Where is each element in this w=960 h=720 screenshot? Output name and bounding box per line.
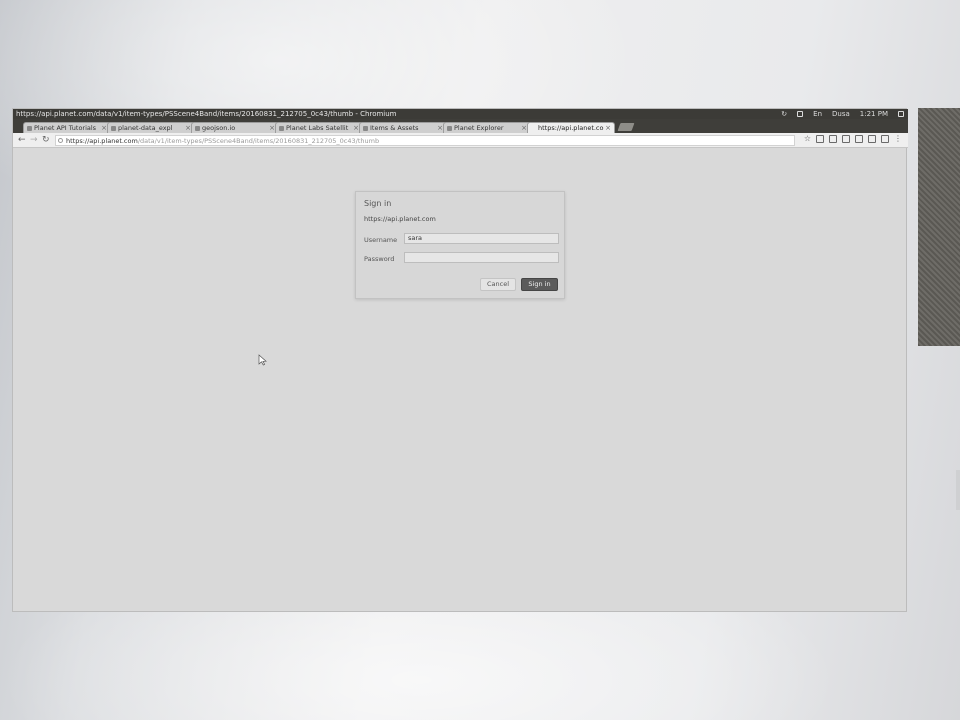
extension-icons: ☆ ⋮	[804, 135, 902, 143]
tray-item-user[interactable]: Dusa	[832, 109, 850, 119]
password-label: Password	[364, 255, 395, 263]
side-panel	[918, 108, 960, 346]
cancel-button[interactable]: Cancel	[480, 278, 516, 291]
favicon-icon	[279, 126, 284, 131]
address-bar[interactable]: https://api.planet.com/data/v1/item-type…	[55, 135, 795, 146]
browser-toolbar: ← → ↻ https://api.planet.com/data/v1/ite…	[13, 133, 908, 148]
mouse-pointer-icon	[258, 354, 267, 366]
close-tab-icon[interactable]: ×	[605, 123, 611, 133]
tab-label: Items & Assets	[370, 124, 419, 132]
tab-label: Planet Labs Satellit	[286, 124, 349, 132]
tab-label: geojson.io	[202, 124, 236, 132]
favicon-icon	[447, 126, 452, 131]
tab-label: planet-data_expl	[118, 124, 173, 132]
extension-icon[interactable]	[881, 135, 889, 143]
extension-icon[interactable]	[855, 135, 863, 143]
extension-icon[interactable]	[868, 135, 876, 143]
username-label: Username	[364, 236, 398, 244]
sign-in-dialog: Sign in https://api.planet.com Username …	[355, 191, 565, 299]
browser-window: https://api.planet.com/data/v1/item-type…	[12, 108, 908, 612]
username-field[interactable]: sara	[404, 233, 559, 244]
window-title: https://api.planet.com/data/v1/item-type…	[16, 110, 397, 118]
tab-strip: Planet API Tutorials × planet-data_expl …	[13, 119, 908, 133]
new-tab-button[interactable]	[617, 123, 635, 131]
star-icon[interactable]: ☆	[804, 135, 811, 143]
security-icon[interactable]	[58, 138, 63, 143]
tab-api-planet-active[interactable]: https://api.planet.co ×	[527, 122, 615, 133]
favicon-icon	[363, 126, 368, 131]
tab-label: https://api.planet.co	[538, 124, 604, 132]
password-field[interactable]	[404, 252, 559, 263]
tab-label: Planet API Tutorials	[34, 124, 97, 132]
tab-planet-api-tutorials[interactable]: Planet API Tutorials ×	[23, 122, 111, 133]
page-viewport: Sign in https://api.planet.com Username …	[13, 149, 906, 611]
window-titlebar: https://api.planet.com/data/v1/item-type…	[13, 109, 908, 119]
dialog-host: https://api.planet.com	[364, 215, 436, 223]
dialog-title: Sign in	[364, 199, 392, 208]
menu-icon[interactable]: ⋮	[894, 135, 902, 143]
tab-planet-explorer[interactable]: Planet Explorer ×	[443, 122, 531, 133]
tab-geojson[interactable]: geojson.io ×	[191, 122, 279, 133]
tab-label: Planet Explorer	[454, 124, 504, 132]
tray-clock[interactable]: 1:21 PM	[860, 109, 888, 119]
favicon-icon	[111, 126, 116, 131]
tab-planet-labs-satellite[interactable]: Planet Labs Satellit ×	[275, 122, 363, 133]
favicon-icon	[195, 126, 200, 131]
reload-tray-icon[interactable]: ↻	[781, 109, 787, 119]
back-arrow-icon[interactable]: ←	[18, 134, 26, 146]
extension-icon[interactable]	[816, 135, 824, 143]
extension-icon[interactable]	[829, 135, 837, 143]
tab-planet-data-expl[interactable]: planet-data_expl ×	[107, 122, 195, 133]
dropbox-icon[interactable]	[797, 111, 804, 117]
extension-icon[interactable]	[842, 135, 850, 143]
system-tray: ↻ En Dusa 1:21 PM	[781, 109, 904, 119]
tray-item-keyboard[interactable]: En	[813, 109, 822, 119]
favicon-icon	[27, 126, 32, 131]
reload-icon[interactable]: ↻	[42, 134, 50, 146]
forward-arrow-icon[interactable]: →	[30, 134, 38, 146]
tab-items-assets[interactable]: Items & Assets ×	[359, 122, 447, 133]
url-path: /data/v1/item-types/PSScene4Band/items/2…	[137, 137, 380, 145]
settings-icon[interactable]	[898, 111, 904, 117]
url-host: https://api.planet.com	[66, 137, 138, 145]
sign-in-button[interactable]: Sign in	[521, 278, 558, 291]
desktop-edge-handle	[956, 470, 960, 510]
